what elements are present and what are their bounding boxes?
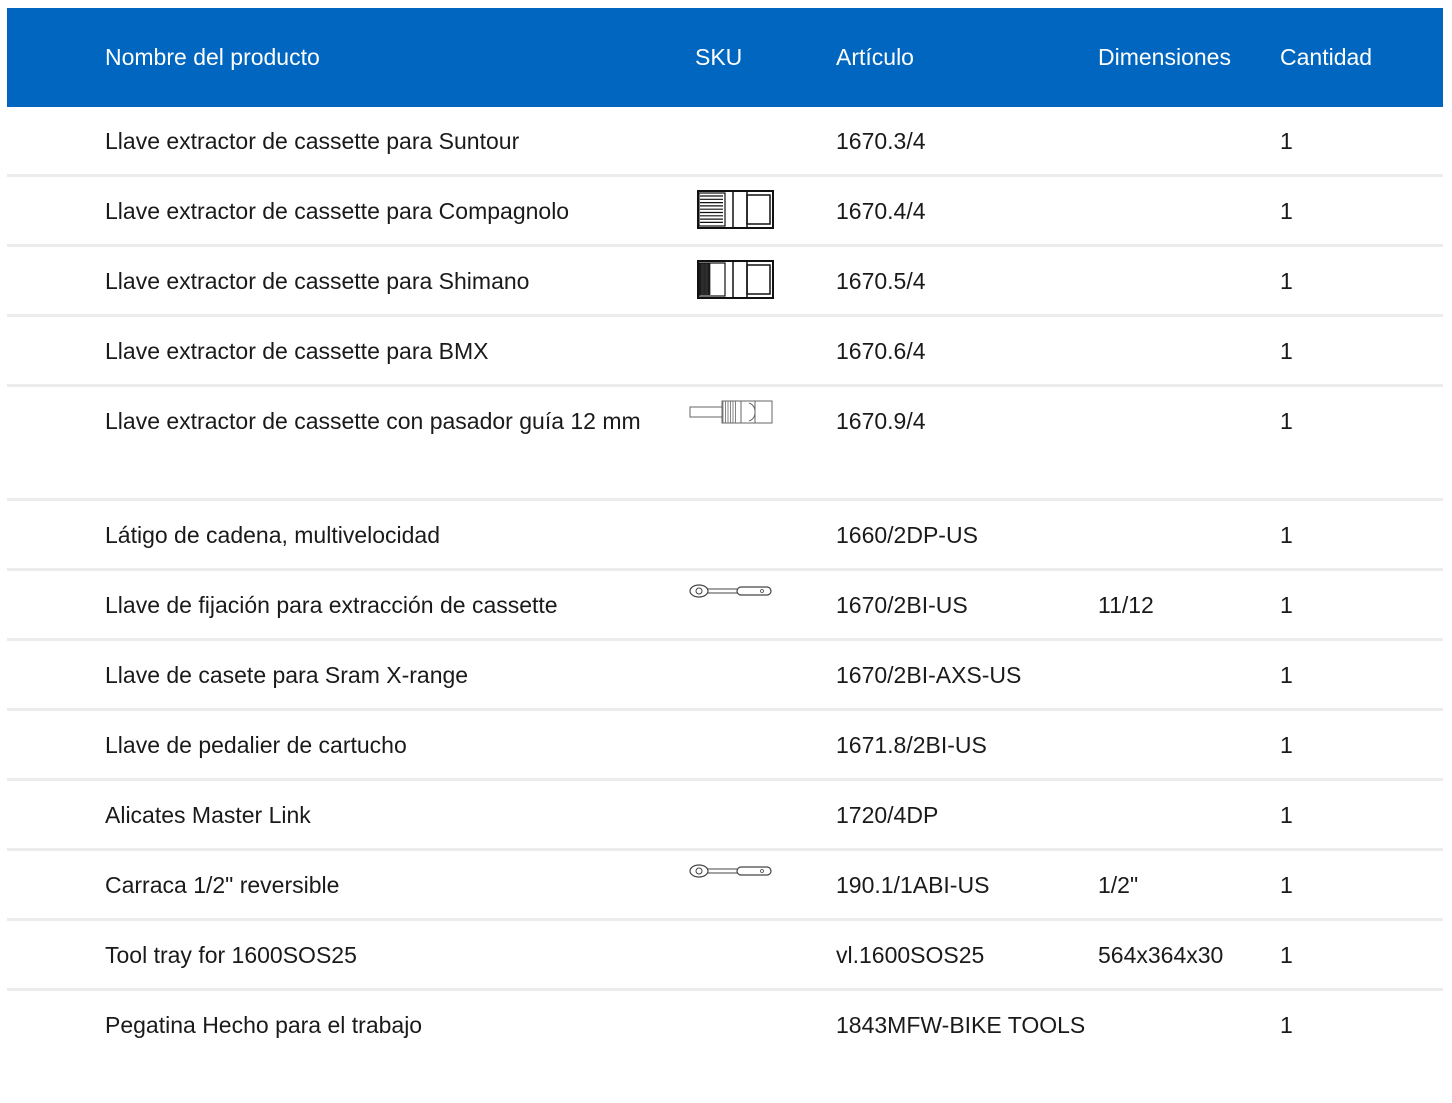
- table-row: Llave extractor de cassette para Compagn…: [7, 177, 1443, 247]
- quantity: 1: [1280, 732, 1293, 758]
- sku-cell: [695, 177, 836, 244]
- table-row: Alicates Master Link 1720/4DP 1: [7, 781, 1443, 851]
- sku-cell: [695, 921, 836, 988]
- quantity: 1: [1280, 408, 1293, 434]
- sku-cell: [689, 851, 836, 918]
- table-body: Llave extractor de cassette para Suntour…: [7, 107, 1443, 1091]
- article-number: 1670.9/4: [836, 408, 926, 434]
- quantity: 1: [1280, 128, 1293, 154]
- quantity: 1: [1280, 338, 1293, 364]
- dimensions: [1098, 711, 1280, 735]
- product-name: Llave extractor de cassette con pasador …: [105, 408, 641, 434]
- article-number: vl.1600SOS25: [836, 942, 985, 968]
- article-number: 1670/2BI-AXS-US: [836, 662, 1022, 688]
- table-row: Llave extractor de cassette para BMX 1670…: [7, 317, 1443, 387]
- article-number: 190.1/1ABI-US: [836, 872, 990, 898]
- product-name: Látigo de cadena, multivelocidad: [105, 522, 441, 548]
- quantity: 1: [1280, 268, 1293, 294]
- quantity: 1: [1280, 662, 1293, 688]
- table-row: Llave de casete para Sram X-range 1670/2B…: [7, 641, 1443, 711]
- sku-cell: [695, 501, 836, 568]
- dimensions: 11/12: [1098, 592, 1154, 618]
- sku-cell: [695, 317, 836, 384]
- article-number: 1843MFW-BIKE TOOLS: [836, 1012, 1086, 1038]
- article-number: 1670.5/4: [836, 268, 926, 294]
- dimensions: [1098, 247, 1280, 271]
- sku-cell: [695, 107, 836, 174]
- dimensions: [1098, 107, 1280, 131]
- quantity: 1: [1280, 522, 1293, 548]
- product-table: Nombre del producto SKU Artículo Dimensi…: [7, 8, 1443, 1091]
- table-row: Llave extractor de cassette para Shimano…: [7, 247, 1443, 317]
- sku-cell: [695, 247, 836, 314]
- dimensions: 564x364x30: [1098, 942, 1224, 968]
- table-row: Llave de fijación para extracción de cas…: [7, 571, 1443, 641]
- table-row: Llave extractor de cassette con pasador …: [7, 387, 1443, 501]
- ratchet-icon: [689, 584, 773, 600]
- product-name: Llave extractor de cassette para Suntour: [105, 128, 520, 154]
- quantity: 1: [1280, 198, 1293, 224]
- quantity: 1: [1280, 592, 1293, 618]
- product-name: Llave de casete para Sram X-range: [105, 662, 469, 688]
- header-article[interactable]: Artículo: [836, 44, 1098, 71]
- sku-cell: [695, 641, 836, 708]
- table-row: Pegatina Hecho para el trabajo 1843MFW-BI…: [7, 991, 1443, 1091]
- product-name: Llave extractor de cassette para Shimano: [105, 268, 530, 294]
- table-row: Látigo de cadena, multivelocidad 1660/2DP…: [7, 501, 1443, 571]
- quantity: 1: [1280, 1012, 1293, 1038]
- dimensions: [1098, 641, 1280, 665]
- table-row: Tool tray for 1600SOS25 vl.1600SOS25 564x3…: [7, 921, 1443, 991]
- product-name: Alicates Master Link: [105, 802, 311, 828]
- ratchet-icon: [689, 864, 773, 880]
- dimensions: [1098, 501, 1280, 525]
- article-number: 1670.4/4: [836, 198, 926, 224]
- table-row: Carraca 1/2" reversible 190.1/1ABI-US 1/2"…: [7, 851, 1443, 921]
- product-name: Pegatina Hecho para el trabajo: [105, 1012, 423, 1038]
- sku-cell: [695, 991, 836, 1091]
- table-header: Nombre del producto SKU Artículo Dimensi…: [7, 8, 1443, 107]
- sku-cell: [695, 781, 836, 848]
- sku-cell: [695, 711, 836, 778]
- cassette-pin-tool-icon: [689, 399, 773, 427]
- header-dimensions[interactable]: Dimensiones: [1098, 44, 1280, 71]
- article-number: 1670.3/4: [836, 128, 926, 154]
- table-row: Llave de pedalier de cartucho 1671.8/2BI-…: [7, 711, 1443, 781]
- article-number: 1670/2BI-US: [836, 592, 968, 618]
- header-quantity[interactable]: Cantidad: [1280, 44, 1443, 71]
- sku-cell: [689, 571, 836, 638]
- product-name: Llave de fijación para extracción de cas…: [105, 592, 558, 618]
- table-row: Llave extractor de cassette para Suntour…: [7, 107, 1443, 177]
- article-number: 1670.6/4: [836, 338, 926, 364]
- dimensions: [1098, 317, 1280, 341]
- product-name: Carraca 1/2" reversible: [105, 872, 340, 898]
- product-name: Llave extractor de cassette para Compagn…: [105, 198, 570, 224]
- dimensions: [1098, 387, 1280, 411]
- cassette-tool-icon: [697, 259, 775, 301]
- article-number: 1660/2DP-US: [836, 522, 978, 548]
- quantity: 1: [1280, 802, 1293, 828]
- quantity: 1: [1280, 872, 1293, 898]
- header-name[interactable]: Nombre del producto: [7, 44, 695, 71]
- article-number: 1720/4DP: [836, 802, 939, 828]
- dimensions: [1098, 177, 1280, 201]
- product-name: Tool tray for 1600SOS25: [105, 942, 357, 968]
- dimensions: 1/2": [1098, 872, 1139, 898]
- cassette-tool-icon: [697, 189, 775, 231]
- header-sku[interactable]: SKU: [695, 44, 836, 71]
- article-number: 1671.8/2BI-US: [836, 732, 987, 758]
- dimensions: [1098, 781, 1280, 805]
- dimensions: [1098, 991, 1280, 1015]
- sku-cell: [689, 387, 836, 498]
- product-name: Llave extractor de cassette para BMX: [105, 338, 489, 364]
- product-name: Llave de pedalier de cartucho: [105, 732, 407, 758]
- quantity: 1: [1280, 942, 1293, 968]
